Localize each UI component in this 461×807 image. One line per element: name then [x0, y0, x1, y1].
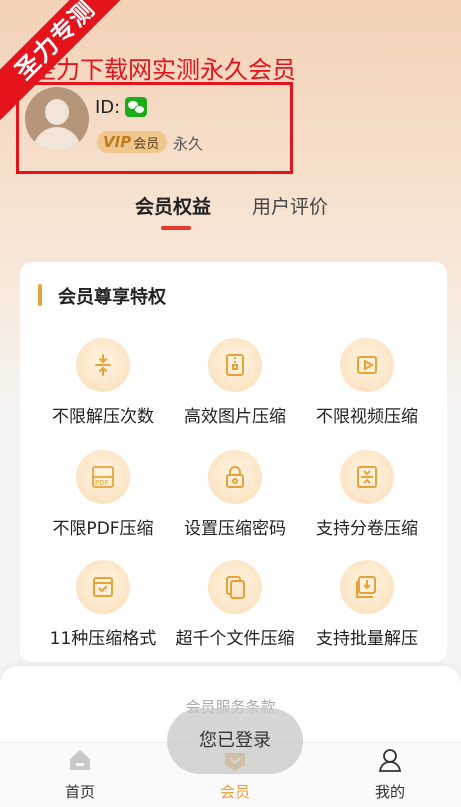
avatar[interactable] [25, 87, 89, 151]
tabbar-label: 我的 [374, 783, 405, 801]
image-zip-icon [208, 338, 262, 392]
tabbar-item-home[interactable]: 首页 [30, 747, 130, 802]
svg-text:PDF: PDF [95, 479, 109, 487]
feature-pdf-compress[interactable]: PDF 不限PDF压缩 [33, 450, 173, 539]
tabbar-item-mine[interactable]: 我的 [340, 747, 440, 802]
card-title: 会员尊享特权 [58, 287, 166, 308]
tab-active-indicator [161, 226, 191, 230]
vip-mark: VIP [103, 133, 132, 151]
compress-arrows-icon [76, 338, 130, 392]
home-icon [67, 747, 93, 773]
feature-label: 超千个文件压缩 [175, 629, 295, 649]
feature-label: 不限视频压缩 [316, 407, 418, 427]
tab-member-rights[interactable]: 会员权益 [135, 192, 211, 219]
files-icon [208, 560, 262, 614]
pdf-icon: PDF [76, 450, 130, 504]
title-accent-bar [38, 284, 42, 306]
lock-icon [208, 450, 262, 504]
feature-password[interactable]: 设置压缩密码 [165, 450, 305, 539]
feature-unlimited-extract[interactable]: 不限解压次数 [33, 338, 173, 427]
split-volume-icon [340, 450, 394, 504]
feature-split-volume[interactable]: 支持分卷压缩 [297, 450, 437, 539]
tabbar-label: 会员 [219, 783, 250, 801]
tab-user-reviews[interactable]: 用户评价 [252, 192, 328, 219]
feature-label: 设置压缩密码 [184, 519, 286, 539]
format-box-icon [76, 560, 130, 614]
feature-image-compress[interactable]: 高效图片压缩 [165, 338, 305, 427]
feature-label: 不限解压次数 [52, 407, 154, 427]
profile-section: ID: VIP 会员 永久 [16, 82, 293, 174]
watermark-banner: 圣力下载网实测永久会员 [32, 56, 296, 84]
video-icon [340, 338, 394, 392]
feature-label: 支持批量解压 [316, 629, 418, 649]
user-id-label: ID: [95, 97, 121, 118]
vip-badge-text: 会员 [133, 136, 160, 152]
feature-batch-extract[interactable]: 支持批量解压 [297, 560, 437, 649]
feature-many-files[interactable]: 超千个文件压缩 [165, 560, 305, 649]
feature-label: 高效图片压缩 [184, 407, 286, 427]
privileges-card: 会员尊享特权 不限解压次数 高效图片压缩 不限视频压缩 PDF 不限PDF压缩 … [20, 262, 447, 662]
vip-term: 永久 [173, 135, 204, 153]
tabbar-label: 首页 [64, 783, 95, 801]
feature-label: 不限PDF压缩 [52, 519, 154, 539]
feature-label: 11种压缩格式 [49, 629, 157, 649]
login-toast: 您已登录 [167, 708, 303, 774]
tab-bar: 会员权益 用户评价 [0, 192, 461, 232]
feature-video-compress[interactable]: 不限视频压缩 [297, 338, 437, 427]
vip-badge: VIP 会员 [97, 131, 168, 153]
feature-label: 支持分卷压缩 [316, 519, 418, 539]
batch-extract-icon [340, 560, 394, 614]
user-icon [377, 747, 403, 773]
wechat-icon [125, 97, 147, 117]
feature-formats[interactable]: 11种压缩格式 [33, 560, 173, 649]
